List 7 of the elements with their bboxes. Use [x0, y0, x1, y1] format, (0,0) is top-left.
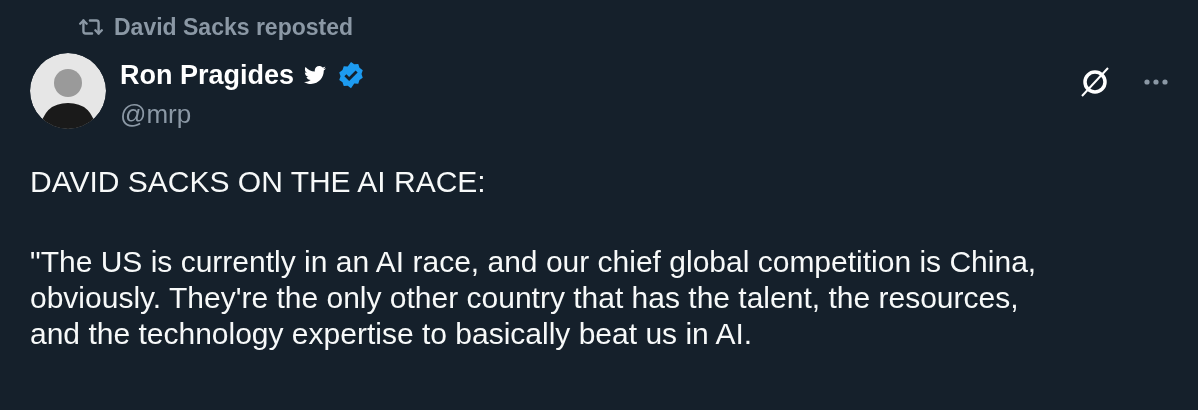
post-text: DAVID SACKS ON THE AI RACE: — [30, 164, 487, 200]
author-handle[interactable]: @mrp — [120, 95, 367, 134]
more-icon[interactable] — [1144, 77, 1168, 86]
post-text: "The US is currently in an AI race, and our chief global competition is China, obviously. They're the only other country that has the talent, the resources, and the technology expertise to basically beat us in AI. — [30, 244, 1038, 352]
author-name[interactable]: Ron Pragides — [120, 54, 295, 95]
bird-icon — [302, 63, 329, 86]
repost-label[interactable]: David Sacks reposted — [114, 10, 354, 45]
